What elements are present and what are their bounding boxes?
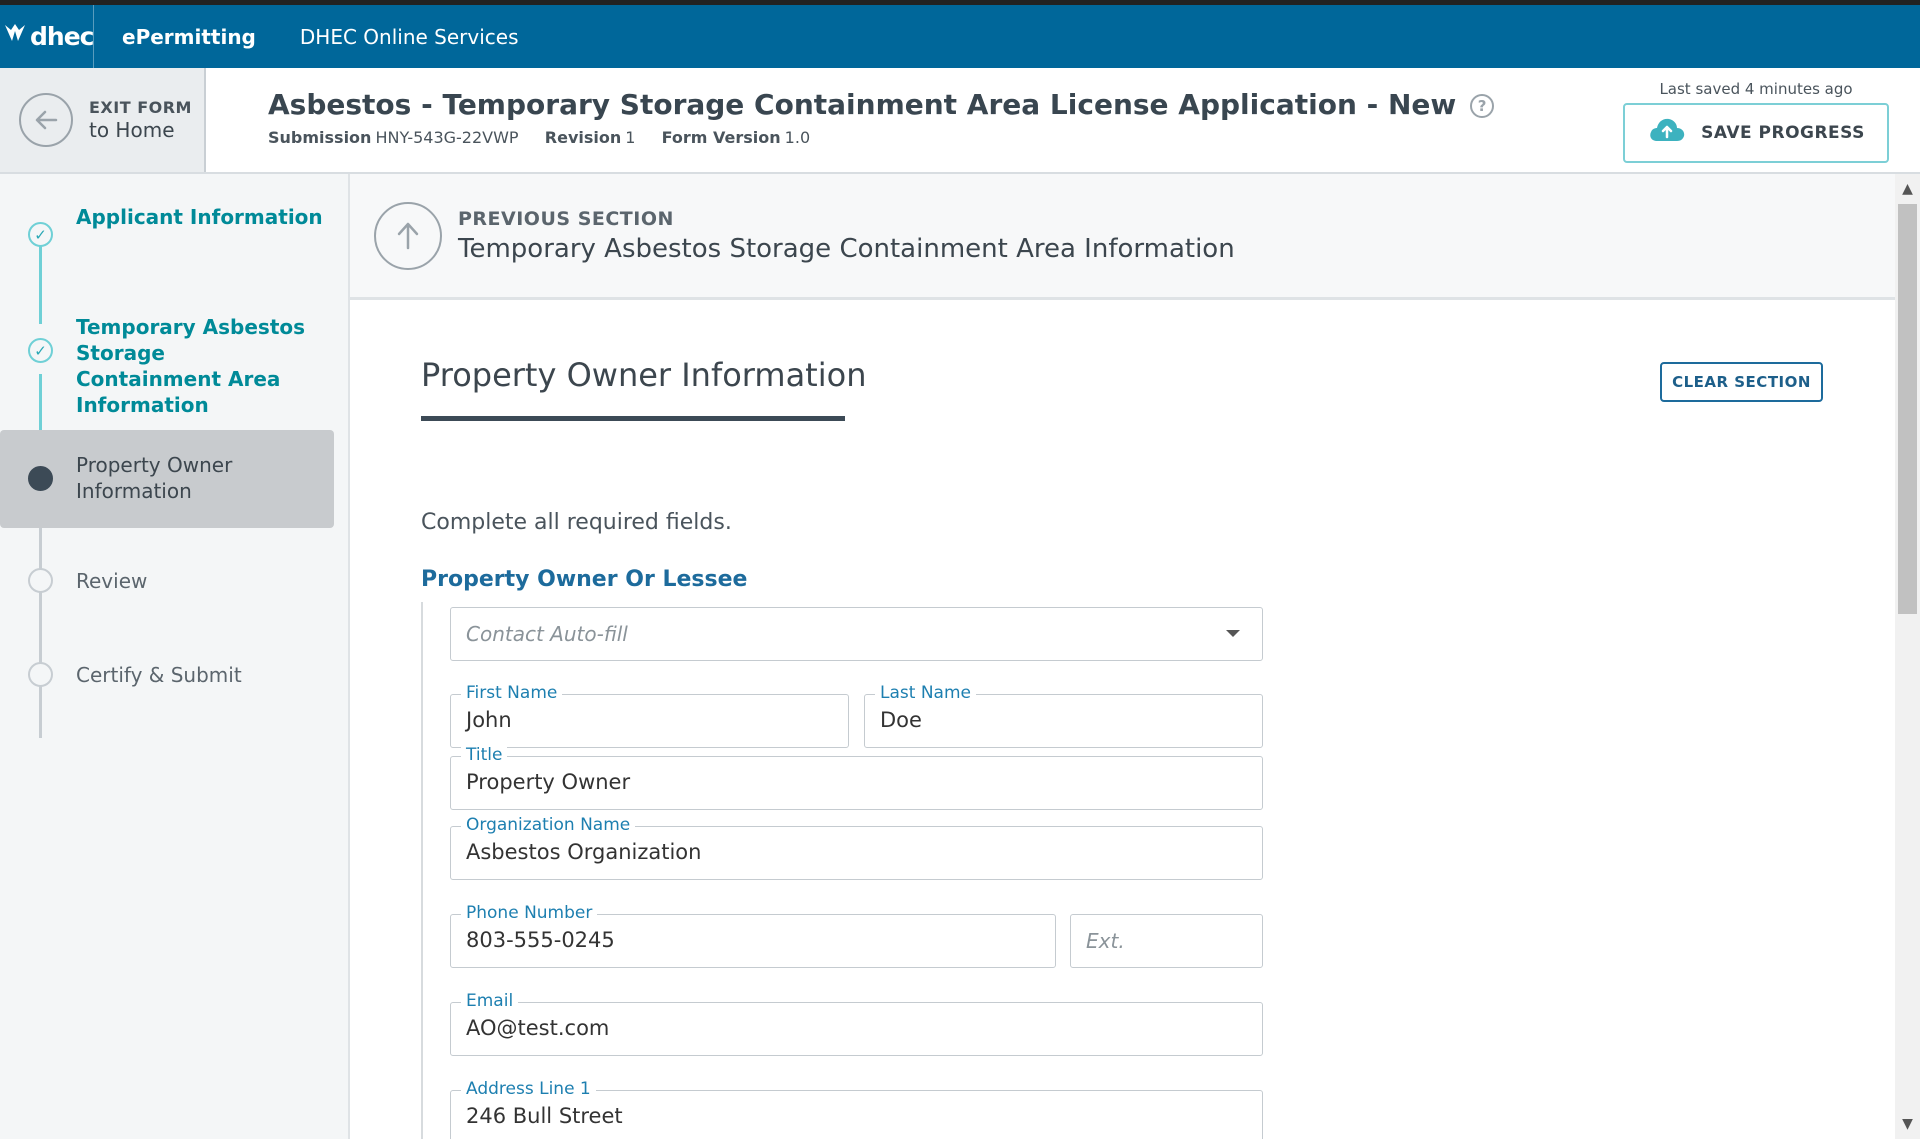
phone-number-value: 803-555-0245 [466,928,615,952]
submission-meta: Submission HNY-543G-22VWP Revision 1 Form … [268,128,810,147]
step-review[interactable]: Review [0,562,334,602]
arrow-left-icon [19,93,73,147]
scroll-down-icon[interactable]: ▼ [1895,1113,1920,1135]
last-name-field[interactable]: Last Name Doe [864,683,1263,748]
form-version-value: 1.0 [784,128,811,147]
organization-name-label: Organization Name [461,815,636,835]
last-name-value: Doe [880,708,922,732]
address-line-1-value: 246 Bull Street [466,1104,623,1128]
email-label: Email [461,991,519,1011]
previous-section-title: Temporary Asbestos Storage Containment A… [458,234,1235,264]
organization-name-field[interactable]: Organization Name Asbestos Organization [450,815,1263,880]
check-icon: ✓ [28,222,53,247]
submission-value: HNY-543G-22VWP [375,128,519,147]
cloud-upload-icon [1647,115,1687,151]
step-property-owner-information[interactable]: Property Owner Information [0,430,334,528]
phone-number-field[interactable]: Phone Number 803-555-0245 [450,903,1056,968]
step-dot-icon [28,662,53,687]
section-title-underline [421,416,845,421]
group-divider [421,602,423,1139]
top-nav-bar: dhec ePermitting DHEC Online Services [0,5,1920,68]
form-main: PREVIOUS SECTION Temporary Asbestos Stor… [350,174,1895,1139]
email-value: AO@test.com [466,1016,610,1040]
group-title: Property Owner Or Lessee [421,567,748,592]
online-services-link[interactable]: DHEC Online Services [300,25,519,49]
step-label: Certify & Submit [76,663,242,687]
step-label: Review [76,569,148,593]
section-title: Property Owner Information [421,356,867,394]
email-field[interactable]: Email AO@test.com [450,991,1263,1056]
brand-epermitting[interactable]: ePermitting [122,25,256,49]
dhec-logo[interactable]: dhec [0,5,94,68]
step-certify-submit[interactable]: Certify & Submit [0,656,334,696]
form-title-text: Asbestos - Temporary Storage Containment… [268,88,1457,121]
clear-section-button[interactable]: CLEAR SECTION [1660,362,1823,402]
step-dot-icon [28,568,53,593]
current-step-dot-icon [28,466,53,491]
phone-ext-field[interactable]: Ext. [1070,914,1263,968]
form-instructions: Complete all required fields. [421,510,732,535]
question-circle-icon[interactable]: ? [1470,94,1495,118]
step-label: Property Owner Information [76,453,233,503]
palmetto-icon [2,21,28,53]
form-version-label: Form Version [661,128,781,147]
title-value: Property Owner [466,770,631,794]
exit-form-label: EXIT FORM [89,98,192,118]
form-header: EXIT FORM to Home Asbestos - Temporary S… [0,68,1920,174]
step-applicant-information[interactable]: ✓ Applicant Information [0,204,334,264]
title-field[interactable]: Title Property Owner [450,745,1263,810]
check-icon: ✓ [28,338,53,363]
scroll-up-icon[interactable]: ▲ [1895,178,1920,200]
last-name-label: Last Name [875,683,976,703]
organization-name-value: Asbestos Organization [466,840,702,864]
previous-section-link[interactable]: PREVIOUS SECTION Temporary Asbestos Stor… [350,174,1895,300]
phone-number-label: Phone Number [461,903,598,923]
first-name-value: John [466,708,512,732]
first-name-field[interactable]: First Name John [450,683,849,748]
step-label: Temporary Asbestos Storage Containment A… [76,315,306,417]
address-line-1-label: Address Line 1 [461,1079,596,1099]
logo-text: dhec [30,22,94,51]
save-progress-button[interactable]: SAVE PROGRESS [1623,103,1889,163]
arrow-up-icon [374,202,442,270]
step-label: Applicant Information [76,205,323,229]
scrollbar-thumb[interactable] [1898,204,1917,614]
title-label: Title [461,745,508,765]
contact-autofill-select[interactable]: Contact Auto-fill [450,607,1263,661]
main-scrollbar[interactable]: ▲ ▼ [1895,174,1920,1139]
exit-form-sublabel: to Home [89,117,175,142]
first-name-label: First Name [461,683,563,703]
phone-ext-placeholder: Ext. [1086,929,1125,953]
previous-section-label: PREVIOUS SECTION [458,208,674,230]
submission-label: Submission [268,128,372,147]
last-saved-status: Last saved 4 minutes ago [1659,80,1853,98]
section-stepper: ✓ Applicant Information ✓ Temporary Asbe… [0,174,350,1139]
caret-down-icon [1226,630,1240,637]
page-title: Asbestos - Temporary Storage Containment… [268,88,1495,121]
exit-form-button[interactable]: EXIT FORM to Home [0,68,206,172]
save-progress-label: SAVE PROGRESS [1701,123,1865,143]
revision-value: 1 [625,128,636,147]
revision-label: Revision [544,128,622,147]
address-line-1-field[interactable]: Address Line 1 246 Bull Street [450,1079,1263,1139]
step-temporary-asbestos-storage[interactable]: ✓ Temporary Asbestos Storage Containment… [0,315,334,417]
autofill-placeholder: Contact Auto-fill [466,622,628,646]
